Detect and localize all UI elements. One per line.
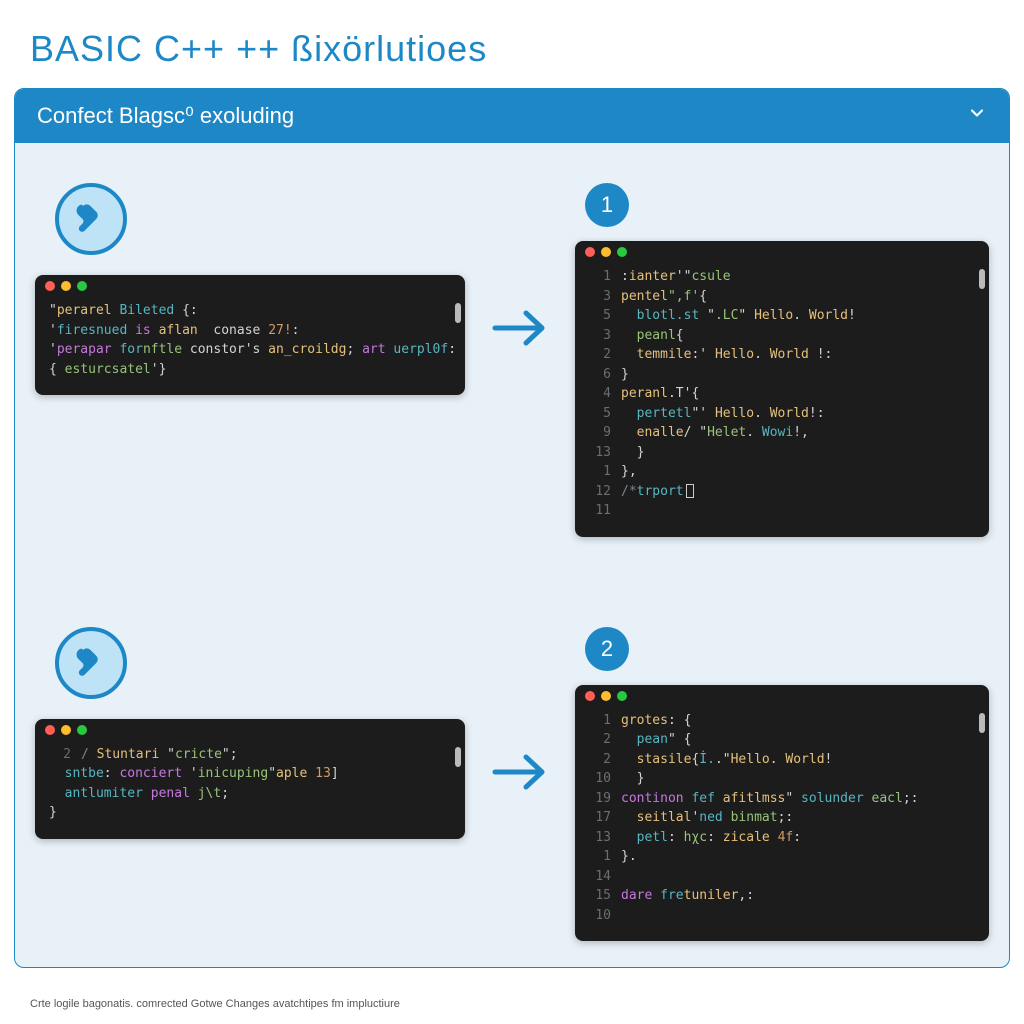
minimize-dot-icon[interactable]: [601, 247, 611, 257]
code-line: 13 petl: hχc: zicale 4f:: [589, 828, 975, 848]
code-line: antlumiter penal j\t;: [49, 784, 451, 804]
minimize-dot-icon[interactable]: [61, 281, 71, 291]
scrollbar-thumb[interactable]: [455, 747, 461, 767]
code-line: 1}.: [589, 847, 975, 867]
minimize-dot-icon[interactable]: [601, 691, 611, 701]
code-line: 6}: [589, 365, 975, 385]
code-line: 5 blotl.st ".LC" Hello. World!: [589, 306, 975, 326]
code-line: 9 enalle/ "Helet. Wowi!,: [589, 423, 975, 443]
result-terminal-2[interactable]: 1grotes: {2 pean" {2 stasile{İ.."Hello. …: [575, 685, 989, 942]
arrow-right-icon: [485, 183, 555, 353]
code-line: 15dare fretuniler,:: [589, 886, 975, 906]
scrollbar-thumb[interactable]: [979, 713, 985, 733]
close-dot-icon[interactable]: [45, 281, 55, 291]
tool-icon-2: [55, 627, 127, 699]
code-line: 10: [589, 906, 975, 926]
code-line: 1:ianter'"csule: [589, 267, 975, 287]
code-block-right-2: 1grotes: {2 pean" {2 stasile{İ.."Hello. …: [575, 707, 989, 932]
left-column-2: 2/ Stuntari "cricte"; sntbe: conciert 'i…: [35, 627, 465, 839]
page-title: BASIC C++ ++ ßixörlutioes: [0, 0, 1024, 80]
result-terminal-1[interactable]: 1:ianter'"csule3pentel",f'{5 blotl.st ".…: [575, 241, 989, 537]
terminal-traffic-lights: [575, 685, 989, 707]
code-line: 2/ Stuntari "cricte";: [49, 745, 451, 765]
zoom-dot-icon[interactable]: [77, 281, 87, 291]
code-line: 2 stasile{İ.."Hello. World!: [589, 750, 975, 770]
right-column-1: 1 1:ianter'"csule3pentel",f'{5 blotl.st …: [575, 183, 989, 537]
code-line: 4peranl.T'{: [589, 384, 975, 404]
code-line: 'perapar fornftle constor's an_croildg; …: [49, 340, 451, 360]
code-block-left-2: 2/ Stuntari "cricte"; sntbe: conciert 'i…: [35, 741, 465, 829]
code-line: { esturcsatel'}: [49, 360, 451, 380]
main-panel: Confect Blagsc⁰ exoluding "perarel Bil: [14, 88, 1010, 968]
zoom-dot-icon[interactable]: [617, 691, 627, 701]
code-line: 3pentel",f'{: [589, 287, 975, 307]
code-line: 13 }: [589, 443, 975, 463]
close-dot-icon[interactable]: [585, 247, 595, 257]
right-column-2: 2 1grotes: {2 pean" {2 stasile{İ.."Hello…: [575, 627, 989, 942]
code-line: 3 peanl{: [589, 326, 975, 346]
panel-body: "perarel Bileted {:'firesnued is aflan c…: [15, 143, 1009, 968]
source-terminal-2[interactable]: 2/ Stuntari "cricte"; sntbe: conciert 'i…: [35, 719, 465, 839]
code-line: sntbe: conciert 'inicuping"aple 13]: [49, 764, 451, 784]
panel-header-label: Confect Blagsc⁰ exoluding: [37, 103, 294, 129]
terminal-traffic-lights: [575, 241, 989, 263]
step-row-1: "perarel Bileted {:'firesnued is aflan c…: [35, 183, 989, 537]
tool-icon-1: [55, 183, 127, 255]
code-line: 12/*trport: [589, 482, 975, 502]
source-terminal-1[interactable]: "perarel Bileted {:'firesnued is aflan c…: [35, 275, 465, 395]
code-line: 17 seitlal'ned binmat;:: [589, 808, 975, 828]
close-dot-icon[interactable]: [45, 725, 55, 735]
code-line: 19continon fef afitlmss" solunder eacl;:: [589, 789, 975, 809]
code-line: 14: [589, 867, 975, 887]
code-block-right-1: 1:ianter'"csule3pentel",f'{5 blotl.st ".…: [575, 263, 989, 527]
code-line: "perarel Bileted {:: [49, 301, 451, 321]
step-row-2: 2/ Stuntari "cricte"; sntbe: conciert 'i…: [35, 627, 989, 942]
text-cursor: [686, 484, 694, 498]
left-column-1: "perarel Bileted {:'firesnued is aflan c…: [35, 183, 465, 395]
footer-note: Crte logile bagonatis. comrected Gotwe C…: [30, 998, 400, 1010]
terminal-traffic-lights: [35, 719, 465, 741]
code-line: 5 pertetl"' Hello. World!:: [589, 404, 975, 424]
zoom-dot-icon[interactable]: [617, 247, 627, 257]
code-line: 10 }: [589, 769, 975, 789]
close-dot-icon[interactable]: [585, 691, 595, 701]
code-line: 11: [589, 501, 975, 521]
code-line: }: [49, 803, 451, 823]
zoom-dot-icon[interactable]: [77, 725, 87, 735]
scrollbar-thumb[interactable]: [455, 303, 461, 323]
code-block-left-1: "perarel Bileted {:'firesnued is aflan c…: [35, 297, 465, 385]
arrow-right-icon: [485, 627, 555, 797]
code-line: 2 temmile:' Hello. World !:: [589, 345, 975, 365]
code-line: 'firesnued is aflan conase 27!:: [49, 321, 451, 341]
step-badge-1: 1: [585, 183, 629, 227]
terminal-traffic-lights: [35, 275, 465, 297]
minimize-dot-icon[interactable]: [61, 725, 71, 735]
step-badge-2: 2: [585, 627, 629, 671]
scrollbar-thumb[interactable]: [979, 269, 985, 289]
code-line: 1},: [589, 462, 975, 482]
chevron-down-icon[interactable]: [967, 103, 987, 129]
code-line: 1grotes: {: [589, 711, 975, 731]
code-line: 2 pean" {: [589, 730, 975, 750]
panel-header[interactable]: Confect Blagsc⁰ exoluding: [15, 89, 1009, 143]
